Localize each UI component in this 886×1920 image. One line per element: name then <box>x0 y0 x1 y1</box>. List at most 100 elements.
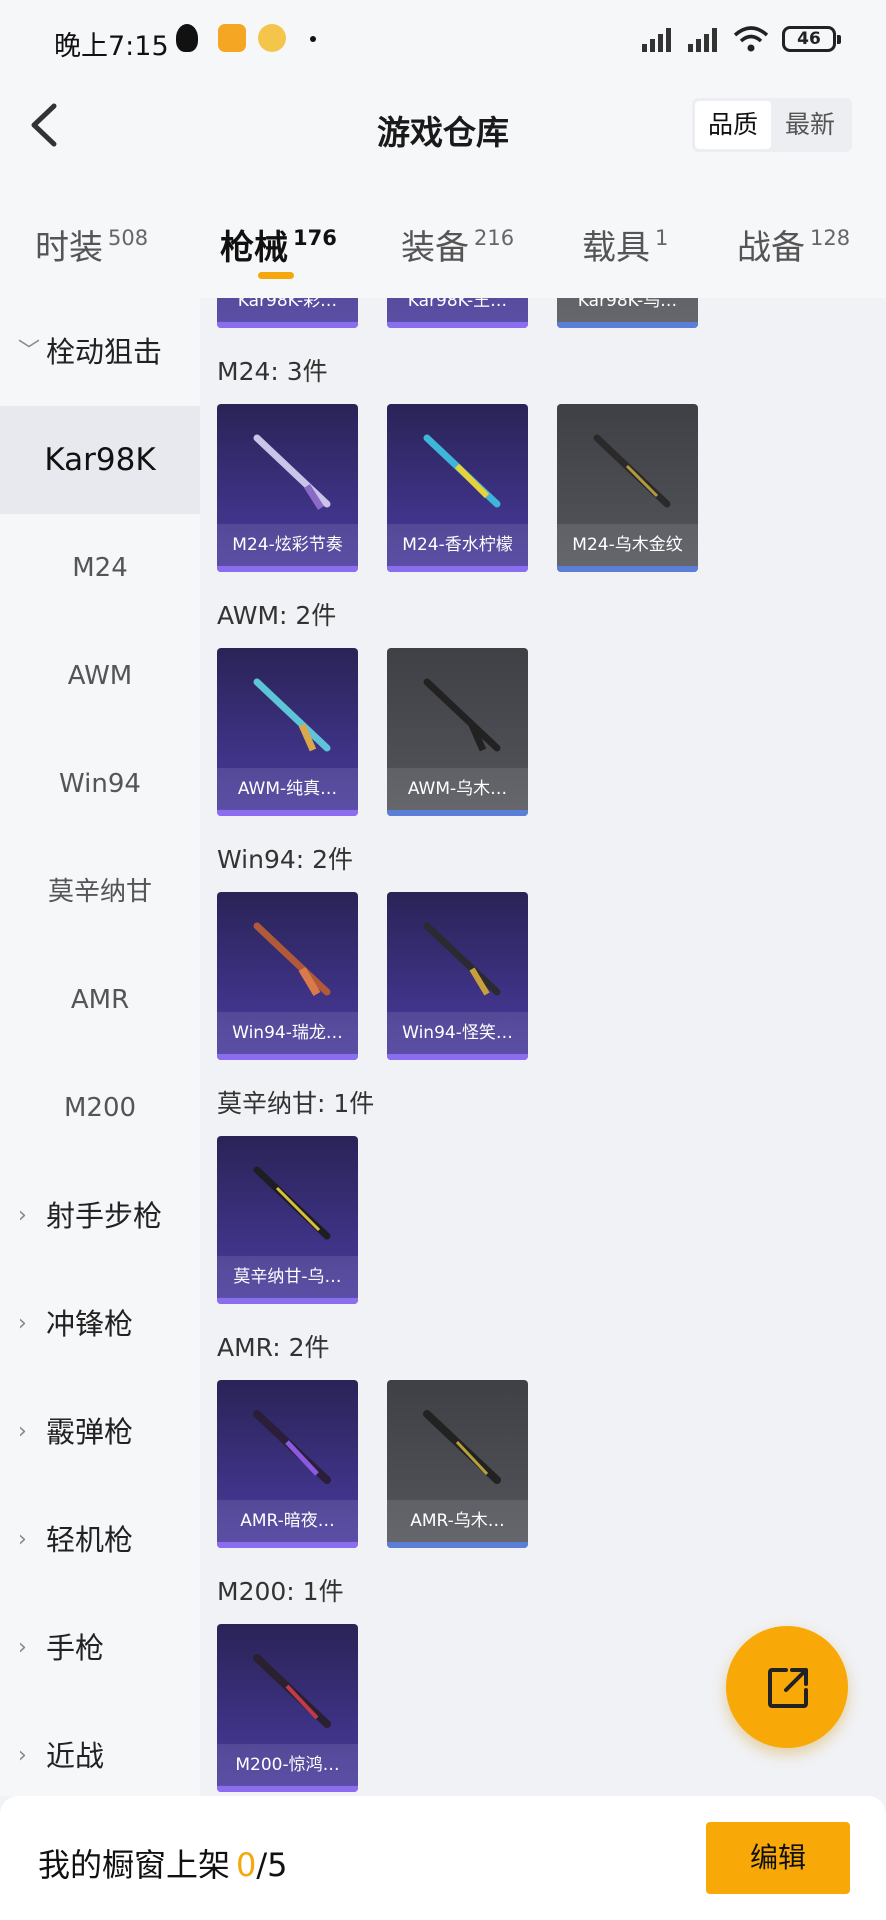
more-notifications-dot-icon <box>310 36 316 42</box>
rifle-icon <box>417 670 507 760</box>
tab-supplies[interactable]: 战备 128 <box>737 220 850 269</box>
tab-equipment[interactable]: 装备 216 <box>401 220 514 269</box>
sidebar-group-dmr[interactable]: › 射手步枪 <box>0 1162 200 1270</box>
showcase-label: 我的橱窗上架 0/5 <box>38 1846 288 1884</box>
tab-count: 216 <box>474 226 515 250</box>
section-title-m24: M24: 3件 <box>217 357 328 386</box>
sidebar-group-lmg[interactable]: › 轻机枪 <box>0 1486 200 1594</box>
notes-app-icon <box>218 24 246 52</box>
section-title-mosin: 莫辛纳甘: 1件 <box>217 1089 375 1118</box>
sidebar-item-mosin[interactable]: 莫辛纳甘 <box>0 838 200 946</box>
sidebar-group-shotgun[interactable]: › 霰弹枪 <box>0 1378 200 1486</box>
rifle-icon <box>417 426 507 516</box>
weapon-name: Win94-怪笑… <box>387 1012 528 1054</box>
sort-quality-button[interactable]: 品质 <box>695 101 771 149</box>
showcase-count: 0 <box>236 1846 257 1884</box>
game-app-icon <box>258 24 286 52</box>
weapon-card[interactable]: Kar98K-乌… <box>557 298 698 328</box>
sidebar-item-kar98k[interactable]: Kar98K <box>0 406 200 514</box>
sidebar-item-amr[interactable]: AMR <box>0 946 200 1054</box>
weapon-name: Kar98K-彩… <box>217 298 358 322</box>
weapon-card[interactable]: M24-香水柠檬 <box>387 404 528 572</box>
weapon-name: AWM-乌木… <box>387 768 528 810</box>
weapon-card[interactable]: Kar98K-王… <box>387 298 528 328</box>
weapon-name: 莫辛纳甘-乌… <box>217 1256 358 1298</box>
signal-icon-1 <box>642 26 676 52</box>
weapon-card[interactable]: AWM-纯真… <box>217 648 358 816</box>
tab-costume[interactable]: 时装 508 <box>35 220 148 269</box>
weapon-card[interactable]: 莫辛纳甘-乌… <box>217 1136 358 1304</box>
weapon-card[interactable]: Win94-怪笑… <box>387 892 528 1060</box>
sidebar-item-awm[interactable]: AWM <box>0 622 200 730</box>
section-title-amr: AMR: 2件 <box>217 1333 330 1362</box>
sort-toggle: 品质 最新 <box>692 98 852 152</box>
weapon-card[interactable]: AMR-暗夜… <box>217 1380 358 1548</box>
rifle-icon <box>587 426 677 516</box>
weapon-name: M24-乌木金纹 <box>557 524 698 566</box>
tab-vehicle[interactable]: 载具 1 <box>582 220 668 269</box>
rifle-icon <box>417 914 507 1004</box>
showcase-bar: 我的橱窗上架 0/5 编辑 <box>0 1796 886 1920</box>
chevron-right-icon: › <box>18 1635 27 1660</box>
rifle-icon <box>247 1158 337 1248</box>
weapon-name: M200-惊鸿… <box>217 1744 358 1786</box>
sidebar-group-bolt-sniper[interactable]: ﹀ 栓动狙击 <box>0 298 200 406</box>
weapon-card[interactable]: M200-惊鸿… <box>217 1624 358 1792</box>
weapon-name: M24-香水柠檬 <box>387 524 528 566</box>
weapon-list: Kar98K-彩… Kar98K-王… Kar98K-乌… M24: 3件 M2… <box>200 298 886 1796</box>
weapon-card[interactable]: Kar98K-彩… <box>217 298 358 328</box>
qq-icon <box>176 24 198 52</box>
chevron-down-icon: ﹀ <box>18 339 41 364</box>
chevron-right-icon: › <box>18 1743 27 1768</box>
status-time: 晚上7:15 <box>54 31 169 62</box>
weapon-card[interactable]: M24-乌木金纹 <box>557 404 698 572</box>
rifle-icon <box>247 670 337 760</box>
wifi-icon <box>733 26 769 52</box>
sidebar-item-m24[interactable]: M24 <box>0 514 200 622</box>
share-button[interactable] <box>726 1626 848 1748</box>
weapon-card[interactable]: AWM-乌木… <box>387 648 528 816</box>
sidebar-group-smg[interactable]: › 冲锋枪 <box>0 1270 200 1378</box>
weapon-name: AWM-纯真… <box>217 768 358 810</box>
sidebar-group-pistol[interactable]: › 手枪 <box>0 1594 200 1702</box>
tab-count: 508 <box>108 226 149 250</box>
sidebar-item-m200[interactable]: M200 <box>0 1054 200 1162</box>
chevron-right-icon: › <box>18 1311 27 1336</box>
chevron-right-icon: › <box>18 1203 27 1228</box>
weapon-name: M24-炫彩节奏 <box>217 524 358 566</box>
weapon-name: Kar98K-乌… <box>557 298 698 322</box>
weapon-name: Kar98K-王… <box>387 298 528 322</box>
weapon-name: AMR-乌木… <box>387 1500 528 1542</box>
section-title-awm: AWM: 2件 <box>217 601 337 630</box>
weapon-name: AMR-暗夜… <box>217 1500 358 1542</box>
tab-guns[interactable]: 枪械 176 <box>220 220 337 269</box>
rifle-icon <box>247 426 337 516</box>
rifle-icon <box>247 914 337 1004</box>
rifle-icon <box>247 1402 337 1492</box>
battery-indicator: 46 <box>782 26 841 52</box>
tab-count: 128 <box>810 226 851 250</box>
showcase-total: /5 <box>256 1846 288 1884</box>
weapon-card[interactable]: AMR-乌木… <box>387 1380 528 1548</box>
category-tabs: 时装 508 枪械 176 装备 216 载具 1 战备 128 <box>0 174 886 298</box>
tab-count: 1 <box>655 226 669 250</box>
weapon-name: Win94-瑞龙… <box>217 1012 358 1054</box>
active-tab-indicator <box>258 272 294 279</box>
share-icon <box>768 1668 808 1708</box>
edit-button[interactable]: 编辑 <box>706 1822 850 1894</box>
weapon-category-sidebar: ﹀ 栓动狙击 Kar98K M24 AWM Win94 莫辛纳甘 AMR M20… <box>0 298 200 1796</box>
sidebar-item-win94[interactable]: Win94 <box>0 730 200 838</box>
signal-icon-2 <box>688 26 722 52</box>
chevron-right-icon: › <box>18 1527 27 1552</box>
weapon-card[interactable]: M24-炫彩节奏 <box>217 404 358 572</box>
rifle-icon <box>247 1646 337 1736</box>
section-title-win94: Win94: 2件 <box>217 845 354 874</box>
sort-newest-button[interactable]: 最新 <box>772 101 848 149</box>
sidebar-group-melee[interactable]: › 近战 <box>0 1702 200 1796</box>
status-bar: 晚上7:15 46 <box>0 0 886 78</box>
tab-count: 176 <box>293 226 337 250</box>
rifle-icon <box>417 1402 507 1492</box>
section-title-m200: M200: 1件 <box>217 1577 344 1606</box>
weapon-card[interactable]: Win94-瑞龙… <box>217 892 358 1060</box>
chevron-right-icon: › <box>18 1419 27 1444</box>
